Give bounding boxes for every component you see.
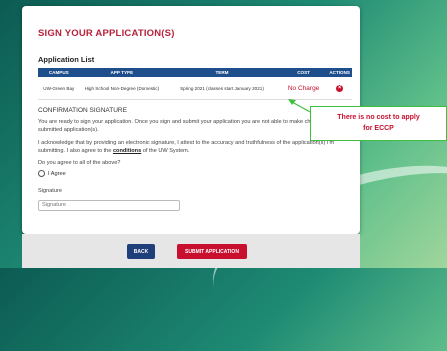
callout-arrow-line — [291, 101, 313, 114]
annotation-callout: There is no cost to apply for ECCP — [310, 106, 447, 141]
callout-line-2: for ECCP — [363, 125, 394, 132]
callout-line-1: There is no cost to apply — [337, 114, 420, 121]
